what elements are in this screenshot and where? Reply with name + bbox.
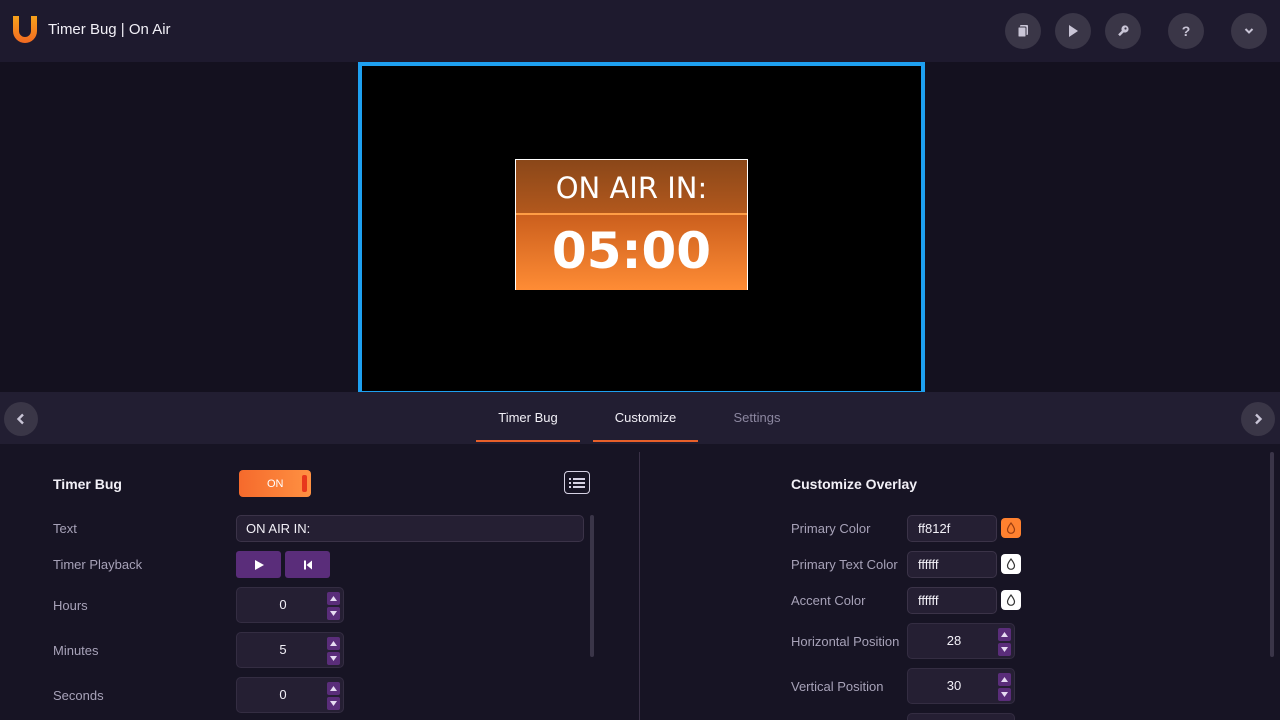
seconds-value: 0 bbox=[279, 687, 287, 702]
chevron-right-icon bbox=[1255, 413, 1263, 425]
timer-play-button[interactable] bbox=[236, 551, 281, 578]
copy-icon bbox=[1017, 25, 1028, 38]
vertical-position-label: Vertical Position bbox=[791, 679, 884, 694]
vertical-position-value: 30 bbox=[946, 678, 962, 693]
primary-color-swatch[interactable] bbox=[1001, 518, 1021, 538]
timer-bug-overlay: ON AIR IN: 05:00 bbox=[515, 159, 748, 290]
key-icon bbox=[1118, 25, 1129, 37]
caret-down-icon bbox=[1001, 647, 1008, 652]
caret-up-icon bbox=[330, 686, 337, 691]
seconds-field[interactable]: 0 bbox=[236, 677, 344, 713]
customize-overlay-title: Customize Overlay bbox=[791, 476, 918, 492]
caret-down-icon bbox=[330, 656, 337, 661]
timer-reset-button[interactable] bbox=[285, 551, 330, 578]
help-button[interactable]: ? bbox=[1168, 13, 1204, 49]
play-icon bbox=[1069, 25, 1078, 37]
copy-button[interactable] bbox=[1005, 13, 1041, 49]
horizontal-position-label: Horizontal Position bbox=[791, 634, 900, 649]
horizontal-position-field[interactable]: 28 bbox=[907, 623, 1015, 659]
timer-playback-label: Timer Playback bbox=[53, 557, 143, 572]
accent-color-swatch[interactable] bbox=[1001, 590, 1021, 610]
chevron-left-icon bbox=[16, 413, 24, 425]
tab-settings[interactable]: Settings bbox=[710, 392, 804, 442]
minutes-value: 5 bbox=[279, 642, 287, 657]
horizontal-position-decrement[interactable] bbox=[998, 643, 1011, 656]
primary-color-input[interactable]: ff812f bbox=[907, 515, 997, 542]
chevron-down-icon bbox=[1244, 28, 1254, 34]
list-icon bbox=[569, 477, 585, 488]
caret-down-icon bbox=[330, 611, 337, 616]
play-button[interactable] bbox=[1055, 13, 1091, 49]
color-drop-icon bbox=[1006, 522, 1016, 534]
help-icon: ? bbox=[1181, 23, 1191, 39]
text-input[interactable] bbox=[236, 515, 584, 542]
color-drop-icon bbox=[1006, 558, 1016, 570]
vertical-position-field[interactable]: 30 bbox=[907, 668, 1015, 704]
caret-up-icon bbox=[330, 596, 337, 601]
accent-color-input[interactable]: ffffff bbox=[907, 587, 997, 614]
caret-down-icon bbox=[330, 701, 337, 706]
caret-down-icon bbox=[1001, 692, 1008, 697]
seconds-decrement[interactable] bbox=[327, 697, 340, 710]
hours-value: 0 bbox=[279, 597, 287, 612]
primary-color-label: Primary Color bbox=[791, 521, 871, 536]
timer-bug-title: Timer Bug bbox=[53, 476, 122, 492]
panel-divider bbox=[639, 452, 640, 720]
tab-timer-bug[interactable]: Timer Bug bbox=[476, 392, 580, 442]
hours-increment[interactable] bbox=[327, 592, 340, 605]
color-drop-icon bbox=[1006, 594, 1016, 606]
accent-color-label: Accent Color bbox=[791, 593, 866, 608]
list-view-button[interactable] bbox=[564, 471, 590, 494]
bug-time: 05:00 bbox=[516, 215, 747, 290]
skip-back-icon bbox=[303, 560, 312, 569]
vertical-position-increment[interactable] bbox=[998, 673, 1011, 686]
horizontal-position-increment[interactable] bbox=[998, 628, 1011, 641]
play-icon bbox=[254, 559, 264, 570]
toggle-knob bbox=[302, 475, 307, 492]
hours-field[interactable]: 0 bbox=[236, 587, 344, 623]
toggle-label: ON bbox=[267, 478, 284, 490]
menu-dropdown-button[interactable] bbox=[1231, 13, 1267, 49]
right-scrollbar[interactable] bbox=[1270, 452, 1274, 657]
app-logo bbox=[13, 16, 37, 43]
minutes-field[interactable]: 5 bbox=[236, 632, 344, 668]
caret-up-icon bbox=[1001, 632, 1008, 637]
key-button[interactable] bbox=[1105, 13, 1141, 49]
text-label: Text bbox=[53, 521, 77, 536]
minutes-increment[interactable] bbox=[327, 637, 340, 650]
tab-customize[interactable]: Customize bbox=[593, 392, 698, 442]
timer-bug-toggle[interactable]: ON bbox=[239, 470, 311, 497]
next-arrow-button[interactable] bbox=[1241, 402, 1275, 436]
primary-text-color-swatch[interactable] bbox=[1001, 554, 1021, 574]
vertical-position-decrement[interactable] bbox=[998, 688, 1011, 701]
caret-up-icon bbox=[1001, 677, 1008, 682]
hours-label: Hours bbox=[53, 598, 88, 613]
primary-text-color-label: Primary Text Color bbox=[791, 557, 898, 572]
settings-panel bbox=[0, 444, 1280, 720]
horizontal-position-value: 28 bbox=[946, 633, 962, 648]
caret-up-icon bbox=[330, 641, 337, 646]
next-field-partial[interactable] bbox=[907, 713, 1015, 720]
left-scrollbar[interactable] bbox=[590, 515, 594, 657]
primary-text-color-input[interactable]: ffffff bbox=[907, 551, 997, 578]
minutes-label: Minutes bbox=[53, 643, 99, 658]
bug-label: ON AIR IN: bbox=[516, 160, 747, 213]
minutes-decrement[interactable] bbox=[327, 652, 340, 665]
prev-arrow-button[interactable] bbox=[4, 402, 38, 436]
seconds-label: Seconds bbox=[53, 688, 104, 703]
seconds-increment[interactable] bbox=[327, 682, 340, 695]
app-title: Timer Bug | On Air bbox=[48, 21, 171, 38]
hours-decrement[interactable] bbox=[327, 607, 340, 620]
